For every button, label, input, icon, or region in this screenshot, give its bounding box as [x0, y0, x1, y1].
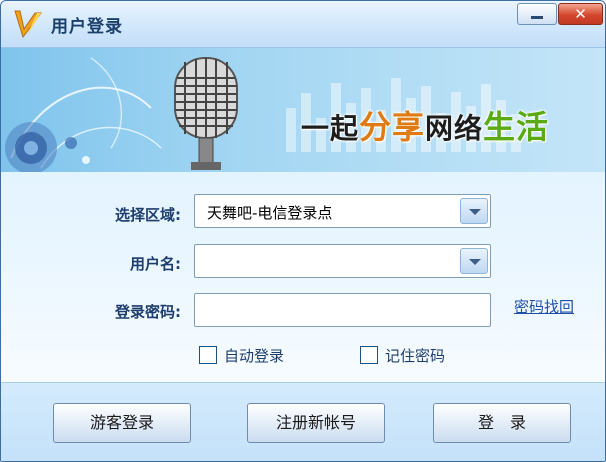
close-button[interactable]: ✕: [558, 3, 603, 25]
region-value: 天舞吧-电信登录点: [207, 204, 333, 222]
username-input[interactable]: [201, 249, 450, 275]
password-recovery-link[interactable]: 密码找回: [514, 296, 574, 317]
minimize-icon: [531, 16, 543, 19]
slogan-part-1: 一起: [301, 112, 360, 145]
guest-login-button[interactable]: 游客登录: [53, 403, 191, 443]
password-field[interactable]: [194, 293, 491, 327]
auto-login-label[interactable]: 自动登录: [224, 345, 284, 366]
slogan-part-4: 生活: [483, 108, 550, 146]
auto-login-checkbox[interactable]: [199, 346, 217, 364]
chevron-down-icon: [469, 259, 481, 265]
remember-password-option[interactable]: 记住密码: [360, 343, 470, 369]
username-dropdown-button[interactable]: [460, 248, 488, 274]
promo-banner: 一起分享网络生活: [1, 48, 605, 172]
register-button[interactable]: 注册新帐号: [247, 403, 385, 443]
region-label: 选择区域:: [115, 206, 181, 224]
login-window: 用户登录 ✕ 一起分享网络生活 选择区域: 天舞吧-电信登录点 用户名: 登录密…: [0, 0, 606, 462]
chevron-down-icon: [469, 209, 481, 215]
region-select[interactable]: 天舞吧-电信登录点: [194, 194, 491, 228]
title-bar[interactable]: 用户登录 ✕: [1, 1, 605, 48]
banner-slogan: 一起分享网络生活: [301, 102, 549, 148]
slogan-part-3: 网络: [425, 112, 484, 145]
remember-password-checkbox[interactable]: [360, 346, 378, 364]
microphone-icon: [174, 57, 238, 170]
username-combobox[interactable]: [194, 244, 491, 278]
remember-password-label[interactable]: 记住密码: [385, 345, 445, 366]
password-label: 登录密码:: [115, 303, 181, 321]
minimize-button[interactable]: [517, 3, 557, 25]
window-title: 用户登录: [51, 17, 123, 37]
slogan-part-2: 分享: [359, 108, 426, 146]
password-input[interactable]: [201, 298, 485, 324]
login-button[interactable]: 登 录: [433, 403, 571, 443]
close-icon: ✕: [574, 5, 587, 23]
brand-v-logo-icon: [14, 10, 42, 39]
auto-login-option[interactable]: 自动登录: [199, 343, 309, 369]
username-label: 用户名:: [130, 255, 181, 273]
region-dropdown-button[interactable]: [460, 198, 488, 224]
